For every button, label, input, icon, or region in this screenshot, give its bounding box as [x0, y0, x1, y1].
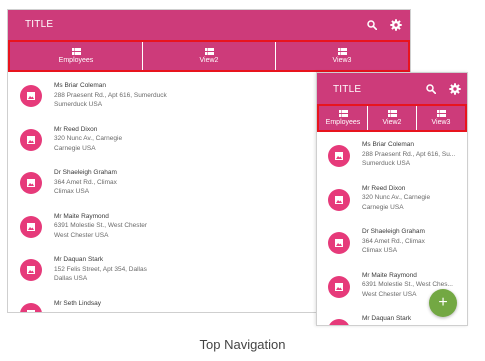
avatar: [20, 215, 42, 238]
contact-address: 288 Praesent Rd., Apt 616, Sumerduck: [54, 91, 167, 99]
gear-icon[interactable]: [449, 83, 461, 95]
contact-city: Dallas USA: [54, 275, 88, 282]
contact-name: Mr Maite Raymond: [54, 212, 109, 220]
tab-label: View3: [332, 57, 352, 64]
tab-label: Employees: [58, 57, 94, 64]
contact-address: 152 Felis Street, Apt 354, Dallas: [54, 265, 147, 273]
app-title: TITLE: [333, 84, 362, 95]
contact-name: Dr Shaeleigh Graham: [54, 169, 117, 176]
tab-view3[interactable]: View3: [276, 42, 408, 70]
contact-address: 6391 Molestie St., West Chester: [54, 222, 148, 229]
image-icon: [27, 135, 35, 144]
tab-label: Employees: [325, 119, 361, 126]
avatar: [328, 188, 350, 211]
list-item[interactable]: Dr Shaeleigh Graham 364 Amet Rd., Climax C…: [317, 223, 467, 267]
image-icon: [27, 179, 35, 187]
contact-address: 320 Nunc Av., Carnegie: [362, 194, 431, 201]
contact-address: 6391 Molestie St., West Ches...: [362, 281, 453, 288]
tab-label: View3: [431, 119, 451, 126]
contact-city: Carnegie USA: [362, 203, 404, 211]
contact-name: Dr Shaeleigh Graham: [362, 228, 425, 235]
contact-address: 288 Praesent Rd., Apt 616, Su...: [362, 150, 456, 158]
contact-city: Climax USA: [362, 247, 398, 254]
list-item[interactable]: Mr Reed Dixon 320 Nunc Av., Carnegie Carne…: [317, 180, 467, 224]
app-title: TITLE: [25, 19, 54, 30]
grid-icon: [204, 48, 214, 55]
grid-icon: [71, 48, 81, 55]
contact-city: West Chester USA: [54, 231, 109, 239]
contact-name: Ms Briar Coleman: [54, 82, 107, 89]
contact-name: Mr Reed Dixon: [54, 125, 98, 133]
tab-label: View2: [382, 119, 402, 126]
contact-address: 364 Amet Rd., Climax: [362, 237, 425, 245]
contact-address: 320 Nunc Av., Carnegie: [54, 135, 123, 142]
contact-city: Carnegie USA: [54, 144, 96, 152]
grid-icon: [337, 48, 347, 55]
contact-address: 364 Amet Rd., Climax: [54, 178, 117, 186]
contact-city: Sumerduck USA: [54, 101, 103, 108]
image-icon: [335, 239, 343, 247]
avatar: [328, 232, 350, 254]
app-bar: TITLE: [8, 10, 410, 40]
search-icon[interactable]: [367, 20, 377, 30]
contact-city: Climax USA: [54, 188, 90, 195]
avatar: [328, 275, 350, 298]
avatar: [20, 128, 42, 151]
caption: Top Navigation: [199, 337, 286, 352]
grid-icon: [338, 110, 348, 117]
avatar: [20, 302, 42, 312]
search-icon[interactable]: [426, 84, 436, 94]
app-bar: TITLE: [317, 73, 467, 104]
image-icon: [335, 282, 343, 291]
image-icon: [27, 92, 35, 100]
tab-employees[interactable]: Employees: [319, 106, 368, 130]
list-item[interactable]: Ms Briar Coleman 288 Praesent Rd., Apt 61…: [317, 136, 467, 180]
image-icon: [27, 309, 35, 312]
contact-name: Ms Briar Coleman: [362, 141, 415, 148]
contact-name: Mr Maite Raymond: [362, 271, 417, 279]
avatar: [20, 259, 42, 281]
tab-label: View2: [199, 57, 219, 64]
top-navigation-tabs: Employees View2 View3: [317, 104, 467, 132]
tab-view2[interactable]: View2: [368, 106, 417, 130]
contact-city: Sumerduck USA: [362, 160, 411, 167]
avatar: [328, 145, 350, 167]
add-fab-button[interactable]: +: [429, 289, 457, 317]
top-navigation-tabs: Employees View2 View3: [8, 40, 410, 72]
tab-view2[interactable]: View2: [143, 42, 276, 70]
contact-name: Mr Reed Dixon: [362, 184, 406, 192]
tab-view3[interactable]: View3: [417, 106, 465, 130]
image-icon: [27, 266, 35, 274]
grid-icon: [387, 110, 397, 117]
phone-preview: TITLE Employees View2 View3 Ms Briar Col…: [316, 72, 468, 326]
tab-employees[interactable]: Employees: [10, 42, 143, 70]
avatar: [20, 85, 42, 107]
gear-icon[interactable]: [390, 19, 402, 31]
contact-name: Mr Seth Lindsay: [54, 299, 101, 307]
contact-name: Mr Daquan Stark: [54, 256, 104, 263]
avatar: [20, 172, 42, 194]
image-icon: [335, 195, 343, 204]
image-icon: [27, 222, 35, 231]
grid-icon: [436, 110, 446, 117]
image-icon: [335, 152, 343, 160]
avatar: [328, 319, 350, 325]
